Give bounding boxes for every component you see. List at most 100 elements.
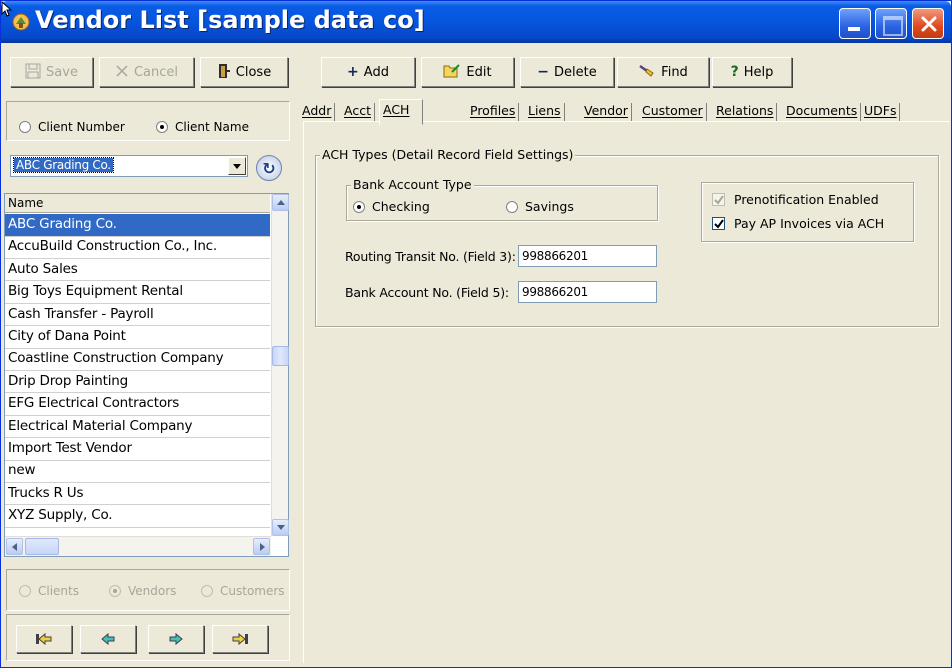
close-button[interactable]: Close: [200, 57, 288, 87]
cancel-button[interactable]: Cancel: [99, 57, 194, 87]
tab-acct[interactable]: Acct: [341, 103, 375, 121]
pay-ap-checkbox[interactable]: Pay AP Invoices via ACH: [712, 216, 884, 231]
pay-ap-check-box: [712, 217, 725, 230]
list-item[interactable]: Coastline Construction Company: [5, 348, 270, 371]
mouse-cursor-icon: [1, 1, 13, 17]
tab-strip: Addr Acct ACH Profiles Liens Vendor Cust…: [299, 99, 939, 125]
radio-circle-clients: [19, 585, 31, 597]
tab-vendor[interactable]: Vendor: [581, 103, 632, 121]
list-item[interactable]: Cash Transfer - Payroll: [5, 304, 270, 327]
chevron-down-icon[interactable]: [228, 157, 246, 175]
close-window-button[interactable]: [912, 8, 944, 39]
help-button[interactable]: ? Help: [712, 57, 792, 87]
delete-label: Delete: [554, 64, 597, 80]
tab-relations[interactable]: Relations: [713, 103, 778, 121]
list-item[interactable]: new: [5, 460, 270, 483]
vertical-scrollbar[interactable]: [271, 194, 289, 536]
clients-radio[interactable]: Clients: [19, 584, 79, 598]
vendors-label: Vendors: [128, 584, 177, 598]
previous-record-button[interactable]: [80, 625, 136, 653]
tab-liens[interactable]: Liens: [525, 103, 565, 121]
horizontal-scrollbar[interactable]: [5, 536, 271, 556]
last-record-icon: [232, 633, 248, 645]
prenotification-checkbox[interactable]: Prenotification Enabled: [712, 192, 879, 207]
scroll-down-icon[interactable]: [272, 519, 289, 536]
clients-label: Clients: [38, 584, 79, 598]
delete-button[interactable]: − Delete: [520, 57, 614, 87]
client-number-label: Client Number: [38, 120, 125, 134]
find-flashlight-icon: [638, 64, 656, 81]
tab-udfs[interactable]: UDFs: [861, 103, 901, 121]
scroll-left-icon[interactable]: [6, 538, 23, 555]
vendors-radio[interactable]: Vendors: [109, 584, 176, 598]
list-item[interactable]: XYZ Supply, Co.: [5, 505, 270, 528]
list-item[interactable]: City of Dana Point: [5, 326, 270, 349]
save-label: Save: [46, 64, 78, 80]
find-label: Find: [661, 64, 688, 80]
tab-ach[interactable]: ACH: [379, 99, 423, 125]
client-number-radio[interactable]: Client Number: [19, 120, 125, 134]
cancel-label: Cancel: [133, 64, 179, 80]
title-bar[interactable]: Vendor List [sample data co]: [1, 1, 951, 43]
checkmark-icon: [714, 219, 724, 229]
save-button[interactable]: Save: [10, 57, 93, 87]
first-record-icon: [36, 633, 52, 645]
help-label: Help: [743, 64, 774, 80]
last-record-button[interactable]: [212, 625, 268, 653]
horizontal-scroll-thumb[interactable]: [25, 538, 59, 555]
question-mark-icon: ?: [730, 64, 739, 80]
routing-input[interactable]: 998866201: [518, 245, 657, 267]
tab-addr[interactable]: Addr: [299, 103, 336, 121]
client-name-label: Client Name: [175, 120, 249, 134]
radio-circle-client-name: [156, 121, 168, 133]
scroll-up-icon[interactable]: [272, 194, 289, 211]
radio-circle-savings: [506, 200, 518, 213]
bank-account-type-group: Bank Account Type Checking Savings: [346, 177, 658, 221]
refresh-icon: ↻: [262, 158, 276, 178]
checking-radio[interactable]: Checking: [353, 199, 430, 214]
list-item[interactable]: Drip Drop Painting: [5, 371, 270, 394]
minimize-button[interactable]: [839, 8, 871, 39]
close-label: Close: [235, 64, 272, 80]
ach-types-title: ACH Types (Detail Record Field Settings): [320, 147, 576, 162]
customers-label: Customers: [220, 584, 285, 598]
list-header-name[interactable]: Name: [5, 194, 270, 213]
list-item[interactable]: Big Toys Equipment Rental: [5, 281, 270, 304]
window-title: Vendor List [sample data co]: [35, 6, 425, 34]
list-item[interactable]: Import Test Vendor: [5, 438, 270, 461]
client-name-radio[interactable]: Client Name: [156, 120, 249, 134]
tab-customer[interactable]: Customer: [639, 103, 707, 121]
account-label: Bank Account No. (Field 5):: [345, 285, 509, 300]
scroll-right-icon[interactable]: [253, 538, 270, 555]
vendor-list-window: Vendor List [sample data co] Save Cancel: [0, 0, 952, 668]
add-button[interactable]: + Add: [321, 57, 415, 87]
list-item[interactable]: Auto Sales: [5, 259, 270, 282]
savings-label: Savings: [525, 199, 574, 214]
right-panel: Addr Acct ACH Profiles Liens Vendor Cust…: [295, 97, 949, 663]
maximize-button[interactable]: [875, 8, 907, 39]
find-button[interactable]: Find: [617, 57, 709, 87]
add-label: Add: [363, 64, 389, 80]
savings-radio[interactable]: Savings: [506, 199, 574, 214]
previous-arrow-icon: [101, 633, 115, 645]
first-record-button[interactable]: [16, 625, 72, 653]
next-record-button[interactable]: [148, 625, 204, 653]
account-input[interactable]: 998866201: [518, 281, 657, 303]
list-item[interactable]: ABC Grading Co.: [5, 214, 270, 237]
customers-radio[interactable]: Customers: [201, 584, 285, 598]
record-navigation: [6, 614, 290, 661]
door-exit-icon: [217, 63, 231, 82]
refresh-button[interactable]: ↻: [256, 155, 282, 181]
vendor-combo-value: ABC Grading Co.: [13, 157, 114, 173]
list-item[interactable]: Electrical Material Company: [5, 416, 270, 439]
scroll-thumb[interactable]: [272, 346, 289, 366]
tab-documents[interactable]: Documents: [783, 103, 862, 121]
edit-button[interactable]: Edit: [421, 57, 514, 87]
list-item[interactable]: Trucks R Us: [5, 483, 270, 506]
ach-tab-panel: ACH Types (Detail Record Field Settings)…: [303, 121, 949, 663]
list-item[interactable]: EFG Electrical Contractors: [5, 393, 270, 416]
tab-profiles[interactable]: Profiles: [467, 103, 520, 121]
list-item[interactable]: AccuBuild Construction Co., Inc.: [5, 236, 270, 259]
edit-label: Edit: [466, 64, 492, 80]
vendor-combo[interactable]: ABC Grading Co.: [10, 155, 248, 177]
